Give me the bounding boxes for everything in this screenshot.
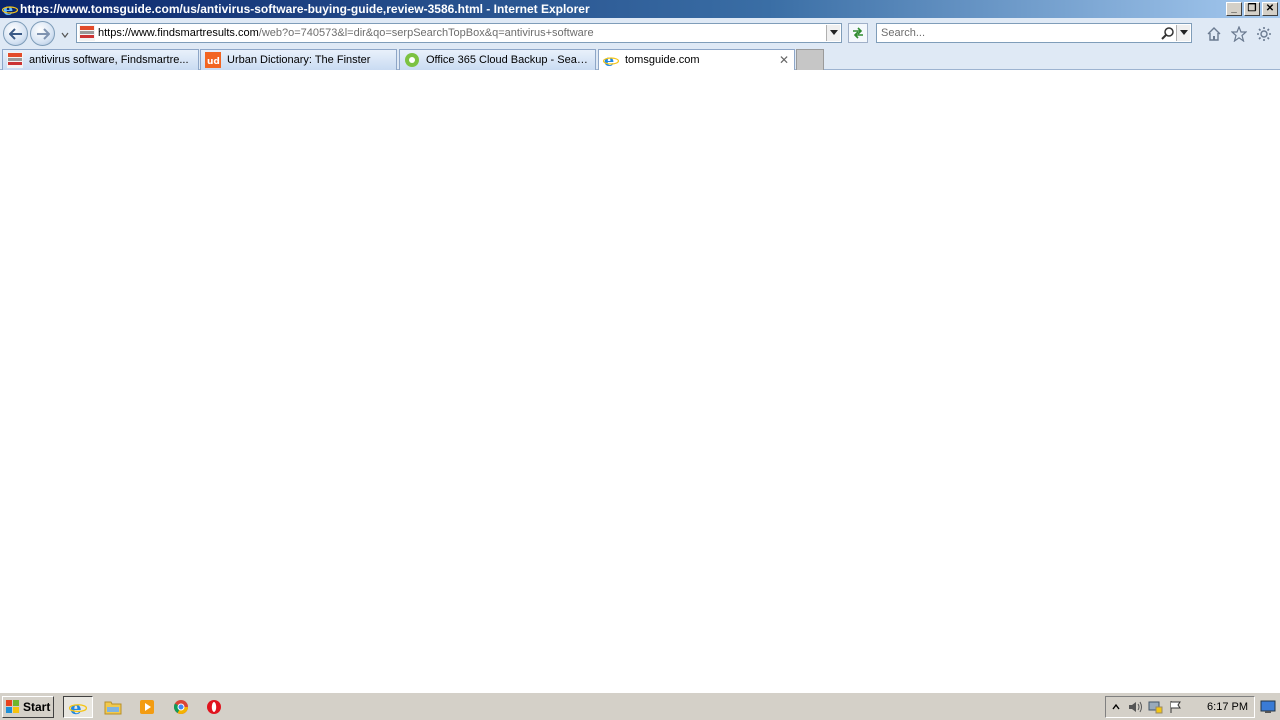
network-icon[interactable] [1146, 698, 1166, 716]
minimize-button[interactable]: _ [1226, 2, 1242, 16]
triangle-down-icon [829, 30, 838, 35]
monitor-icon [1260, 700, 1276, 713]
ie-logo-icon: e [2, 1, 18, 17]
back-arrow-icon [8, 27, 22, 40]
chevron-down-icon [61, 32, 69, 38]
url-prefix: https://www. [98, 27, 158, 39]
refresh-button[interactable] [848, 23, 868, 43]
address-dropdown-button[interactable] [826, 25, 840, 41]
findsmartresults-favicon-icon [7, 52, 23, 68]
home-icon[interactable] [1205, 25, 1223, 43]
svg-text:e: e [3, 1, 13, 17]
action-center-flag-icon[interactable] [1166, 698, 1186, 716]
svg-text:e: e [604, 52, 614, 68]
navigation-bar: https://www.findsmartresults.com/web?o=7… [0, 18, 1280, 48]
media-player-icon [140, 700, 154, 714]
forward-button[interactable] [30, 21, 55, 46]
search-box[interactable] [876, 23, 1192, 43]
search-provider-dropdown[interactable] [1176, 25, 1190, 41]
site-favicon-icon [79, 25, 95, 41]
ie-logo-icon: e [69, 698, 87, 716]
svg-text:e: e [70, 698, 81, 716]
windows-logo-icon [6, 700, 19, 713]
taskbar-internet-explorer[interactable]: e [63, 696, 93, 718]
system-tray: 6:17 PM [1105, 696, 1255, 718]
tab-label: Office 365 Cloud Backup - Searc... [426, 54, 591, 66]
back-button[interactable] [3, 21, 28, 46]
restore-button[interactable]: ❐ [1244, 2, 1260, 16]
search-input[interactable] [877, 27, 1160, 39]
taskbar-opera[interactable] [202, 696, 226, 718]
tab-tomsguide[interactable]: e tomsguide.com ✕ [598, 49, 795, 70]
address-bar[interactable]: https://www.findsmartresults.com/web?o=7… [76, 23, 842, 43]
close-window-button[interactable]: ✕ [1262, 2, 1278, 16]
tab-office-365-backup[interactable]: Office 365 Cloud Backup - Searc... [399, 49, 596, 70]
show-desktop-button[interactable] [1258, 697, 1278, 717]
taskbar-chrome[interactable] [169, 696, 193, 718]
page-content: ANY RUN [0, 71, 1280, 720]
folder-icon [104, 701, 122, 715]
url-host: findsmartresults.com [157, 27, 259, 39]
refresh-arrows-icon [853, 27, 863, 39]
recent-pages-dropdown[interactable] [60, 29, 70, 39]
taskbar: Start e 6:17 PM [0, 692, 1280, 720]
opera-icon [207, 700, 221, 714]
address-url[interactable]: https://www.findsmartresults.com/web?o=7… [98, 27, 826, 39]
tab-findsmartresults[interactable]: antivirus software, Findsmartre... [2, 49, 199, 70]
taskbar-clock[interactable]: 6:17 PM [1207, 701, 1248, 713]
window-title: https://www.tomsguide.com/us/antivirus-s… [20, 2, 590, 16]
tab-label: Urban Dictionary: The Finster [227, 54, 371, 66]
search-icon[interactable] [1160, 25, 1176, 41]
volume-icon[interactable] [1126, 698, 1146, 716]
start-button[interactable]: Start [2, 696, 54, 718]
close-tab-icon[interactable]: ✕ [778, 54, 790, 66]
ie-page-favicon-icon: e [603, 52, 619, 68]
search-engine-favicon-icon [404, 52, 420, 68]
favorites-star-icon[interactable] [1230, 25, 1248, 43]
svg-text:ud: ud [207, 57, 220, 67]
tab-urban-dictionary[interactable]: ud Urban Dictionary: The Finster [200, 49, 397, 70]
show-hidden-icons-chevron-up-icon[interactable] [1106, 698, 1126, 716]
urban-dictionary-favicon-icon: ud [205, 52, 221, 68]
taskbar-file-explorer[interactable] [101, 696, 125, 718]
tab-label: tomsguide.com [625, 54, 700, 66]
url-path: /web?o=740573&l=dir&qo=serpSearchTopBox&… [258, 27, 594, 39]
taskbar-media-player[interactable] [135, 696, 159, 718]
gear-icon[interactable] [1255, 25, 1273, 43]
chrome-icon [173, 700, 188, 714]
forward-arrow-icon [36, 27, 50, 40]
tab-label: antivirus software, Findsmartre... [29, 54, 189, 66]
start-label: Start [23, 700, 51, 714]
new-tab-button[interactable] [796, 49, 824, 70]
tab-bar: antivirus software, Findsmartre... ud Ur… [0, 48, 1280, 70]
window-titlebar: e https://www.tomsguide.com/us/antivirus… [0, 0, 1280, 18]
triangle-down-icon [1179, 30, 1188, 35]
